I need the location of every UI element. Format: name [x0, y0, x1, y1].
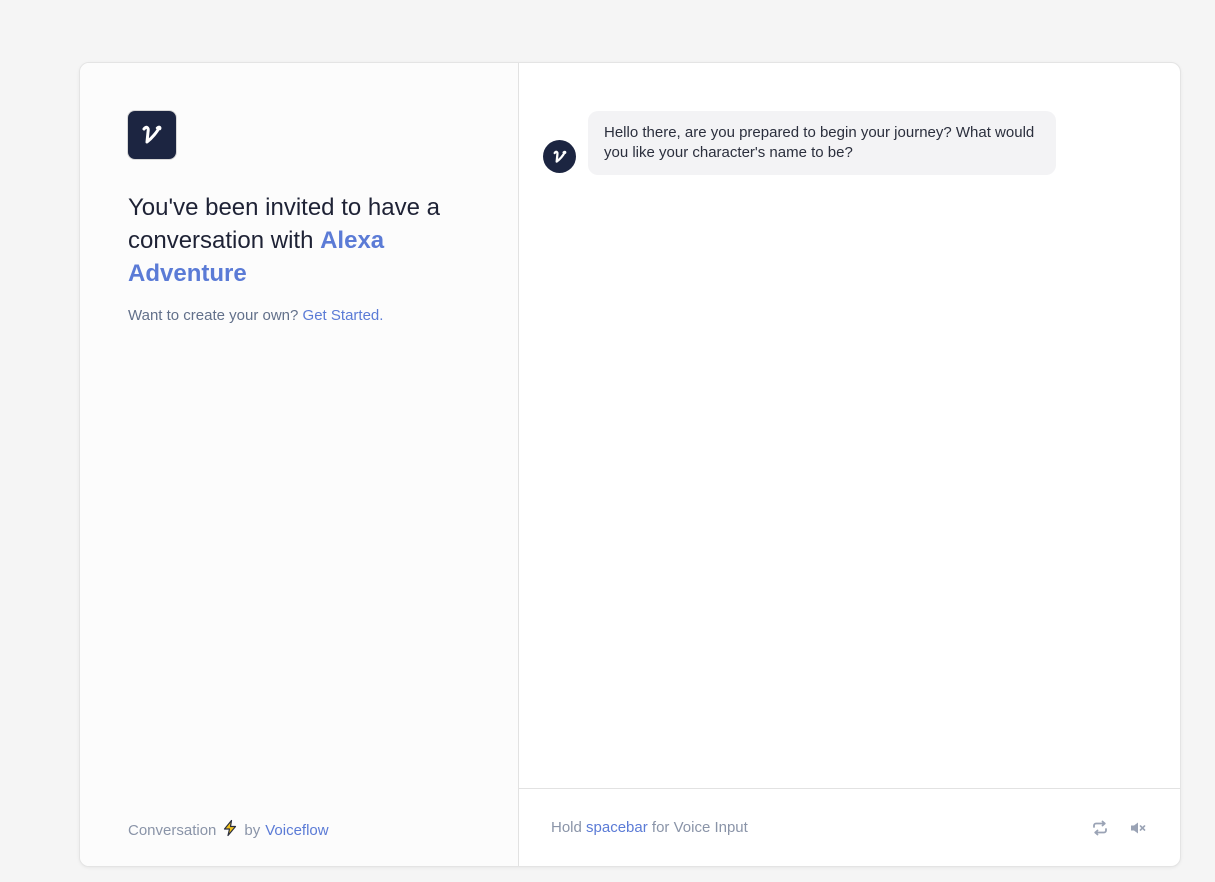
footer-conversation-text: Conversation: [128, 821, 217, 839]
hint-key: spacebar: [586, 819, 648, 836]
hint-prefix: Hold: [551, 819, 582, 836]
message-bubble: Hello there, are you prepared to begin y…: [588, 111, 1056, 175]
voiceflow-logo-icon: [128, 111, 176, 159]
invite-heading: You've been invited to have a conversati…: [128, 191, 488, 290]
powered-by-footer: Conversation by Voiceflow: [128, 819, 329, 841]
get-started-link[interactable]: Get Started.: [303, 307, 384, 324]
voiceflow-link[interactable]: Voiceflow: [265, 822, 328, 839]
create-own-prompt: Want to create your own? Get Started.: [128, 307, 383, 324]
chat-controls: [1090, 818, 1148, 838]
lightning-bolt-icon: [221, 819, 239, 841]
hint-suffix: for Voice Input: [651, 819, 748, 836]
voice-input-hint: Hold spacebar for Voice Input: [551, 819, 748, 836]
assistant-message: Hello there, are you prepared to begin y…: [543, 111, 1056, 175]
invite-panel: You've been invited to have a conversati…: [80, 63, 519, 866]
invite-text: You've been invited to have a conversati…: [128, 194, 440, 254]
create-prompt-text: Want to create your own?: [128, 307, 299, 324]
chat-panel: Hello there, are you prepared to begin y…: [519, 63, 1180, 866]
chat-footer: Hold spacebar for Voice Input: [519, 788, 1180, 866]
conversation-card: You've been invited to have a conversati…: [79, 62, 1181, 867]
mute-icon[interactable]: [1128, 818, 1148, 838]
restart-icon[interactable]: [1090, 818, 1110, 838]
footer-by-text: by: [244, 821, 261, 839]
assistant-avatar: [543, 140, 576, 173]
